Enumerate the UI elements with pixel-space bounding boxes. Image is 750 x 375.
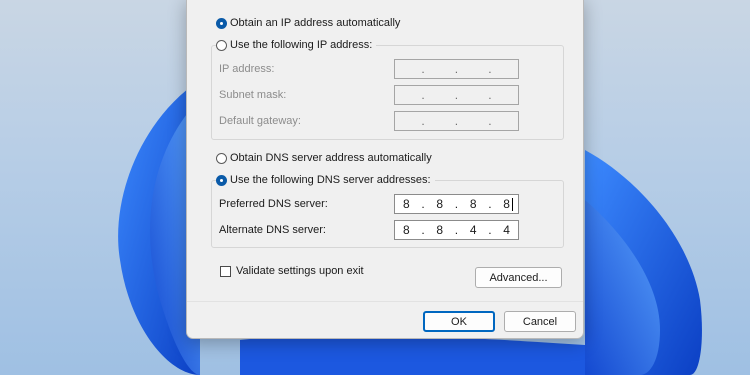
- alternate-dns-octet-2: 8: [436, 223, 444, 237]
- alternate-dns-octet-1: 8: [403, 223, 410, 237]
- default-gateway-row: Default gateway: ...: [212, 110, 563, 132]
- preferred-dns-octet-2: 8: [436, 197, 444, 211]
- alternate-dns-label: Alternate DNS server:: [219, 224, 326, 236]
- text-caret: [512, 198, 513, 211]
- alternate-dns-field[interactable]: 8. 8. 4. 4: [394, 220, 519, 240]
- alternate-dns-octet-3: 4: [469, 223, 477, 237]
- advanced-button[interactable]: Advanced...: [475, 267, 562, 288]
- preferred-dns-octet-1: 8: [403, 197, 410, 211]
- default-gateway-field[interactable]: ...: [394, 111, 519, 131]
- tcpip-properties-dialog: Obtain an IP address automatically IP ad…: [186, 0, 584, 339]
- preferred-dns-label: Preferred DNS server:: [219, 198, 328, 210]
- obtain-ip-auto-label: Obtain an IP address automatically: [230, 17, 401, 29]
- subnet-mask-row: Subnet mask: ...: [212, 84, 563, 106]
- obtain-dns-auto-label: Obtain DNS server address automatically: [230, 152, 432, 164]
- alternate-dns-row: Alternate DNS server: 8. 8. 4. 4: [212, 219, 563, 241]
- use-following-dns-label: Use the following DNS server addresses:: [230, 174, 431, 186]
- ip-address-group: IP address: ... Subnet mask: ... Default…: [211, 45, 564, 140]
- ip-address-field[interactable]: ...: [394, 59, 519, 79]
- preferred-dns-field[interactable]: 8. 8. 8. 8: [394, 194, 519, 214]
- dns-server-group: Preferred DNS server: 8. 8. 8. 8 Alterna…: [211, 180, 564, 248]
- subnet-mask-label: Subnet mask:: [219, 89, 287, 101]
- preferred-dns-row: Preferred DNS server: 8. 8. 8. 8: [212, 193, 563, 215]
- default-gateway-label: Default gateway:: [219, 115, 301, 127]
- ok-button[interactable]: OK: [423, 311, 495, 332]
- use-following-ip-label: Use the following IP address:: [230, 39, 373, 51]
- use-following-dns-option[interactable]: Use the following DNS server addresses:: [216, 174, 435, 186]
- cancel-button[interactable]: Cancel: [504, 311, 576, 332]
- validate-settings-checkbox[interactable]: [220, 265, 231, 277]
- obtain-dns-auto-option[interactable]: Obtain DNS server address automatically: [216, 152, 432, 164]
- validate-settings-label: Validate settings upon exit: [236, 265, 364, 277]
- validate-settings-option[interactable]: Validate settings upon exit: [220, 265, 364, 277]
- preferred-dns-octet-3: 8: [469, 197, 477, 211]
- alternate-dns-octet-4: 4: [503, 223, 510, 237]
- obtain-ip-auto-option[interactable]: Obtain an IP address automatically: [216, 17, 400, 29]
- ip-address-label: IP address:: [219, 63, 275, 75]
- obtain-dns-auto-radio[interactable]: [216, 152, 227, 164]
- use-following-ip-radio[interactable]: [216, 39, 227, 51]
- use-following-ip-option[interactable]: Use the following IP address:: [216, 39, 377, 51]
- dialog-footer: OK Cancel: [187, 301, 583, 338]
- ip-address-row: IP address: ...: [212, 58, 563, 80]
- subnet-mask-field[interactable]: ...: [394, 85, 519, 105]
- use-following-dns-radio[interactable]: [216, 174, 227, 186]
- obtain-ip-auto-radio[interactable]: [216, 17, 227, 29]
